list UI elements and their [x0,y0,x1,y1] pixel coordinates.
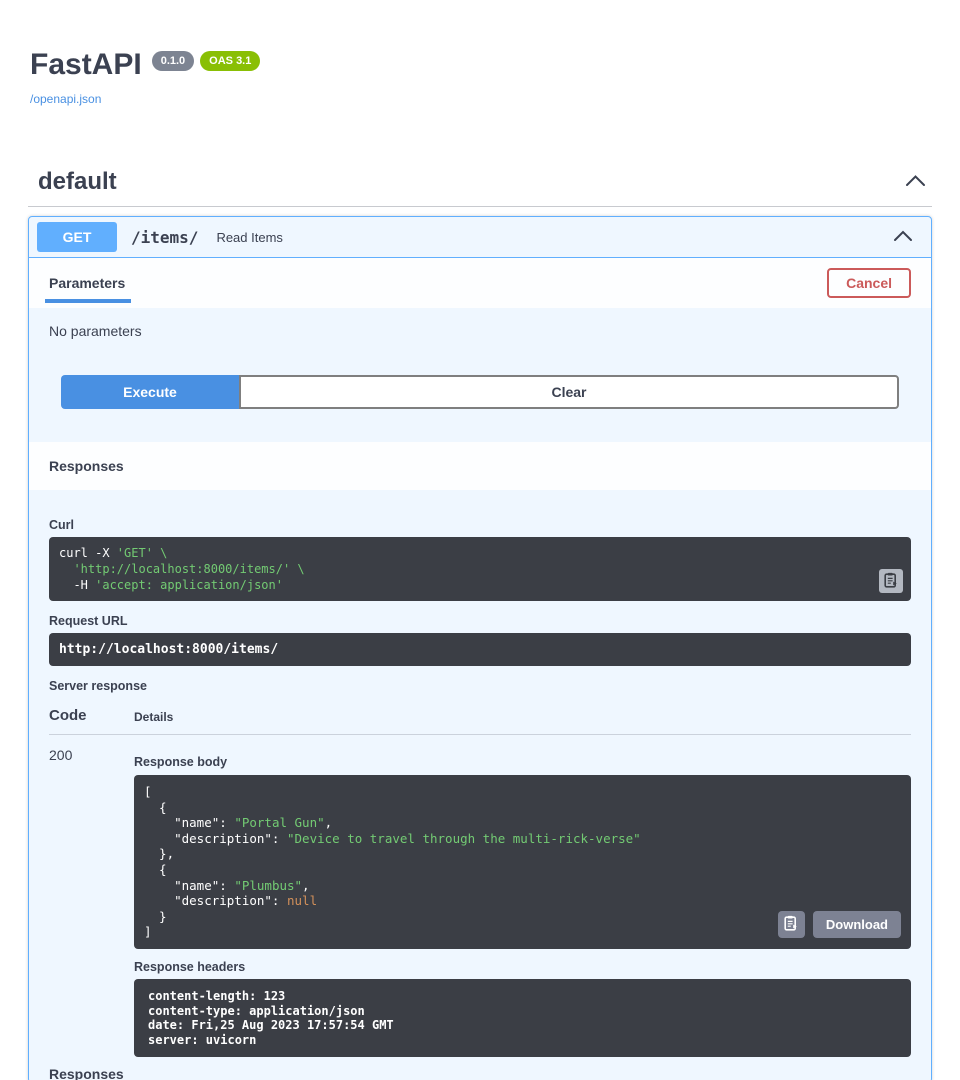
response-body: [ { "name": "Portal Gun", "description":… [134,775,911,949]
status-code: 200 [49,747,134,1057]
operation-path: /items/ [131,228,198,247]
method-badge: GET [37,222,117,252]
responses-section-header: Responses [29,442,931,490]
curl-label: Curl [49,518,911,532]
collapse-tag-button[interactable] [903,172,928,192]
clear-button[interactable]: Clear [239,375,899,409]
operation-description: Read Items [216,230,282,245]
chevron-up-icon [905,174,926,190]
execute-row: Execute Clear [29,375,931,442]
response-headers-label: Response headers [134,960,911,974]
clipboard-icon [884,572,898,591]
tag-section-default[interactable]: default [28,168,932,207]
download-button[interactable]: Download [813,911,901,938]
responses-doc-label: Responses [49,1066,911,1080]
responses-title: Responses [49,458,124,474]
responses-body: Curl curl -X 'GET' \ 'http://localhost:8… [29,490,931,1080]
tag-title: default [38,168,117,196]
details-column-header: Details [134,707,173,724]
server-response-table: Code Details 200 Response body [ { "name… [49,707,911,1057]
no-parameters-text: No parameters [49,323,142,339]
code-column-header: Code [49,707,134,724]
chevron-up-icon [893,230,913,245]
curl-command: curl -X 'GET' \ 'http://localhost:8000/i… [49,537,911,601]
cancel-button[interactable]: Cancel [827,268,911,298]
copy-curl-button[interactable] [879,569,903,593]
parameters-header: Parameters Cancel [29,258,931,308]
oas-badge: OAS 3.1 [200,51,260,71]
copy-response-button[interactable] [778,911,805,938]
execute-button[interactable]: Execute [61,375,239,409]
server-response-label: Server response [49,679,911,693]
request-url-value: http://localhost:8000/items/ [49,633,911,666]
response-body-label: Response body [134,755,911,769]
parameters-body: No parameters [29,308,931,375]
request-url-label: Request URL [49,614,911,628]
tab-parameters[interactable]: Parameters [49,258,125,308]
collapse-operation-button[interactable] [891,228,915,247]
operation-summary[interactable]: GET /items/ Read Items [29,217,931,258]
page-title: FastAPI [30,48,142,82]
version-badge: 0.1.0 [152,51,194,71]
opblock-get-items: GET /items/ Read Items Parameters Cancel… [28,216,932,1080]
response-headers: content-length: 123content-type: applica… [134,979,911,1057]
api-info: FastAPI 0.1.0 OAS 3.1 /openapi.json [0,0,960,108]
response-row-200: 200 Response body [ { "name": "Portal Gu… [49,735,911,1057]
operations-container: default GET /items/ Read Items Parameter… [28,168,932,1080]
openapi-spec-link[interactable]: /openapi.json [30,92,101,106]
clipboard-icon [784,915,798,934]
